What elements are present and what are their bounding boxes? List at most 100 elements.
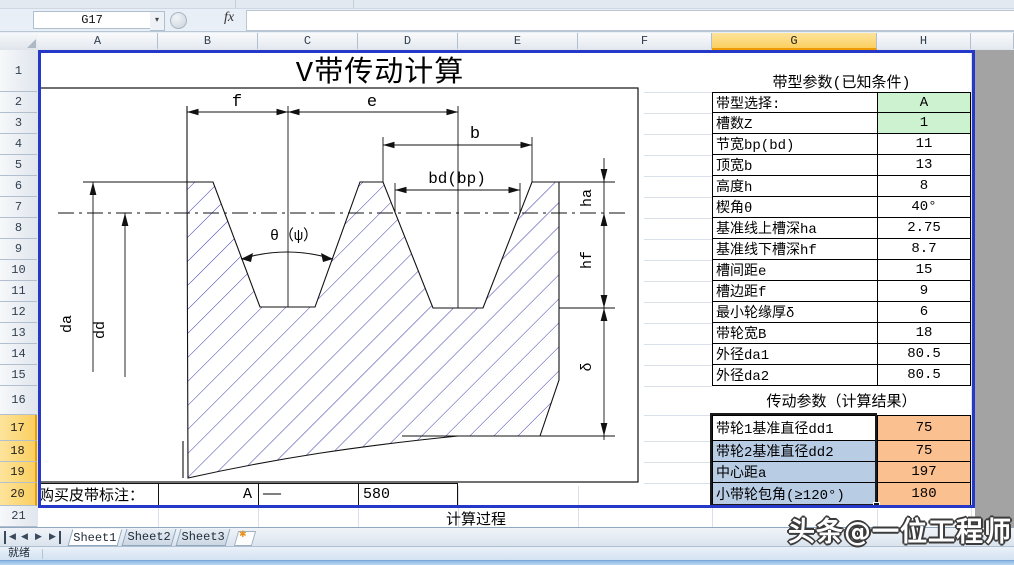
- column-header-A[interactable]: A: [38, 33, 158, 49]
- param-value-cell[interactable]: 15: [877, 260, 971, 281]
- ribbon-separator: [235, 0, 236, 8]
- param-value-cell[interactable]: 80.5: [877, 365, 971, 386]
- dim-theta-label: θ（ψ）: [270, 227, 318, 245]
- result-label-cell[interactable]: 带轮1基准直径dd1: [712, 415, 877, 441]
- name-box-dropdown[interactable]: ▾: [150, 11, 165, 31]
- param-value-cell[interactable]: 8: [877, 176, 971, 197]
- row-header-6[interactable]: 6: [0, 176, 37, 197]
- param-value-cell[interactable]: 80.5: [877, 344, 971, 365]
- row-header-1[interactable]: 1: [0, 50, 37, 92]
- result-label-cell[interactable]: 中心距a: [712, 462, 877, 483]
- param-label-cell[interactable]: 高度h: [712, 176, 877, 197]
- dim-delta-label: δ: [579, 362, 596, 371]
- param-value-cell[interactable]: 8.7: [877, 239, 971, 260]
- insert-function-button[interactable]: [170, 12, 187, 29]
- result-label-cell[interactable]: 小带轮包角(≥120°): [712, 483, 877, 506]
- param-label-cell[interactable]: 槽数Z: [712, 113, 877, 134]
- tab-sheet1[interactable]: Sheet1: [67, 529, 123, 546]
- result-value-cell[interactable]: 197: [877, 462, 971, 483]
- formula-input[interactable]: [246, 10, 1014, 31]
- row-header-13[interactable]: 13: [0, 323, 37, 344]
- insert-sheet-tab[interactable]: ✱: [233, 530, 257, 546]
- row-header-20[interactable]: 20: [0, 483, 37, 506]
- formula-bar-row: G17 ▾ fx: [0, 9, 1014, 32]
- param-label-cell[interactable]: 槽间距e: [712, 260, 877, 281]
- fill-handle[interactable]: [873, 502, 880, 509]
- row-header-5[interactable]: 5: [0, 155, 37, 176]
- column-header-H[interactable]: H: [877, 33, 971, 49]
- param-label-cell[interactable]: 外径da1: [712, 344, 877, 365]
- gridline-vertical: [971, 50, 972, 527]
- param-value-cell[interactable]: 13: [877, 155, 971, 176]
- prev-sheet-icon[interactable]: ◀: [18, 531, 31, 544]
- row-header-15[interactable]: 15: [0, 365, 37, 386]
- result-value-cell[interactable]: 180: [877, 483, 971, 506]
- param-label-cell[interactable]: 带轮宽B: [712, 323, 877, 344]
- param-label-cell[interactable]: 基准线上槽深ha: [712, 218, 877, 239]
- fx-icon[interactable]: fx: [224, 10, 234, 26]
- param-value-cell[interactable]: 11: [877, 134, 971, 155]
- param-label-cell[interactable]: 楔角θ: [712, 197, 877, 218]
- column-header-B[interactable]: B: [158, 33, 258, 49]
- param-label-cell[interactable]: 带型选择:: [712, 92, 877, 113]
- param-table-header[interactable]: 带型参数(已知条件): [712, 50, 971, 92]
- next-sheet-icon[interactable]: ▶: [32, 531, 45, 544]
- purchase-dash-cell[interactable]: ——: [258, 483, 358, 506]
- row-header-17[interactable]: 17: [0, 415, 37, 441]
- param-label-cell[interactable]: 顶宽b: [712, 155, 877, 176]
- param-label-cell[interactable]: 基准线下槽深hf: [712, 239, 877, 260]
- sheet-title: V带传动计算: [296, 55, 464, 90]
- column-header-C[interactable]: C: [258, 33, 358, 49]
- row-header-14[interactable]: 14: [0, 344, 37, 365]
- param-value-cell[interactable]: 9: [877, 281, 971, 302]
- param-label-cell[interactable]: 槽边距f: [712, 281, 877, 302]
- dim-hf-label: hf: [579, 251, 596, 269]
- column-header-E[interactable]: E: [458, 33, 578, 49]
- row-header-3[interactable]: 3: [0, 113, 37, 134]
- param-value-cell[interactable]: 2.75: [877, 218, 971, 239]
- row-header-11[interactable]: 11: [0, 281, 37, 302]
- name-box[interactable]: G17: [33, 11, 151, 29]
- row-header-21[interactable]: 21: [0, 506, 37, 527]
- row-header-4[interactable]: 4: [0, 134, 37, 155]
- row-header-7[interactable]: 7: [0, 197, 37, 218]
- param-value-cell[interactable]: 1: [877, 113, 971, 134]
- tab-sheet2[interactable]: Sheet2: [121, 529, 177, 546]
- result-value-cell[interactable]: 75: [877, 415, 971, 441]
- row-header-8[interactable]: 8: [0, 218, 37, 239]
- param-value-cell[interactable]: A: [877, 92, 971, 113]
- row-header-19[interactable]: 19: [0, 462, 37, 483]
- purchase-label-cell[interactable]: 购买皮带标注：: [38, 483, 158, 506]
- result-label-cell[interactable]: 带轮2基准直径dd2: [712, 441, 877, 462]
- column-header-F[interactable]: F: [578, 33, 712, 49]
- column-header-D[interactable]: D: [358, 33, 458, 49]
- first-sheet-icon[interactable]: ◀: [4, 531, 19, 544]
- param-label-cell[interactable]: 外径da2: [712, 365, 877, 386]
- sheet-grid[interactable]: V带传动计算 f e b bd(bp) θ（ψ） ha hf δ da dd 带…: [38, 50, 1014, 527]
- param-value-cell[interactable]: 6: [877, 302, 971, 323]
- column-headers: ABCDEFGH: [38, 33, 1014, 51]
- result-table-header[interactable]: 传动参数（计算结果）: [712, 386, 971, 415]
- dim-dd-label: dd: [92, 321, 109, 339]
- row-header-10[interactable]: 10: [0, 260, 37, 281]
- row-header-2[interactable]: 2: [0, 92, 37, 113]
- param-label-cell[interactable]: 节宽bp(bd): [712, 134, 877, 155]
- row-header-12[interactable]: 12: [0, 302, 37, 323]
- last-sheet-icon[interactable]: ▶: [46, 531, 61, 544]
- calc-process-note[interactable]: 计算过程: [446, 508, 586, 527]
- row-header-9[interactable]: 9: [0, 239, 37, 260]
- param-label-cell[interactable]: 最小轮缘厚δ: [712, 302, 877, 323]
- purchase-belt-type-cell[interactable]: A: [158, 483, 258, 506]
- status-text: 就绪: [8, 548, 30, 560]
- result-value-cell[interactable]: 75: [877, 441, 971, 462]
- watermark: 头条@一位工程师: [788, 517, 1012, 548]
- select-all-corner[interactable]: [0, 33, 39, 51]
- row-header-16[interactable]: 16: [0, 386, 37, 415]
- tab-sheet3[interactable]: Sheet3: [175, 529, 231, 546]
- row-header-18[interactable]: 18: [0, 441, 37, 462]
- param-value-cell[interactable]: 18: [877, 323, 971, 344]
- column-header-filler: [971, 33, 1014, 49]
- param-value-cell[interactable]: 40°: [877, 197, 971, 218]
- purchase-length-cell[interactable]: 580: [358, 483, 458, 506]
- column-header-G[interactable]: G: [712, 33, 877, 50]
